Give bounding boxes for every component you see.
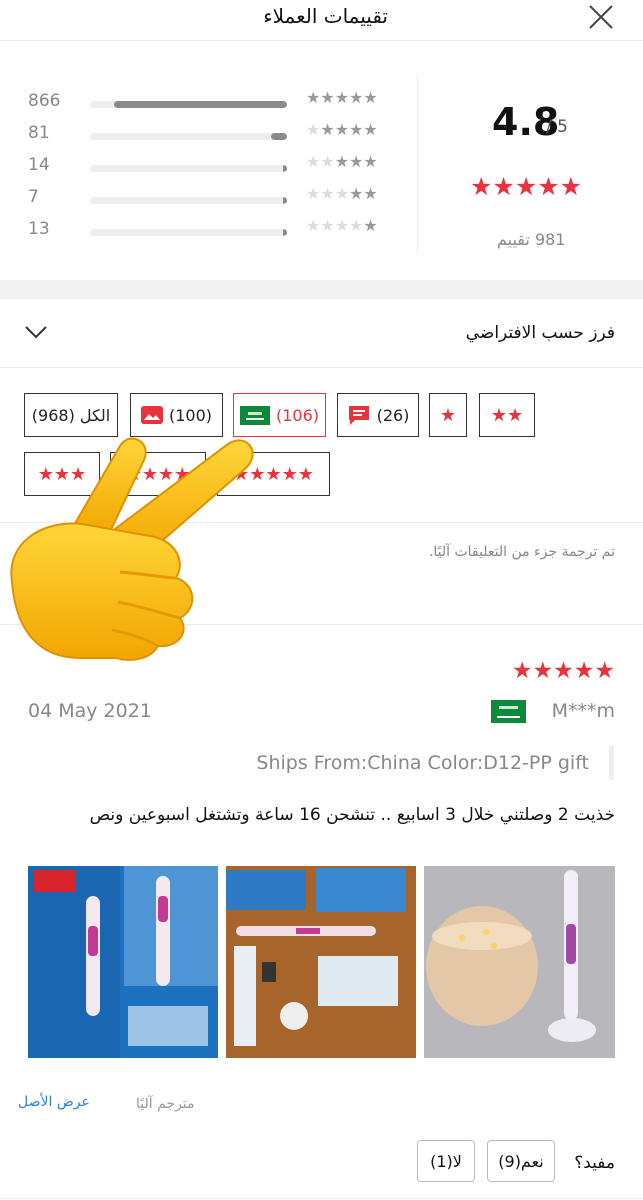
score-out-of: / 5 <box>546 117 568 137</box>
specs-bar <box>609 746 614 780</box>
translation-note: تم ترجمة جزء من التعليقات آليًا. <box>428 544 615 560</box>
distribution-stars: ★★★★★ <box>306 88 378 107</box>
distribution-bar <box>90 229 287 236</box>
filter-country-count: (106) <box>275 405 320 425</box>
star-label: ★★ <box>490 404 524 426</box>
review-date: 04 May 2021 <box>28 700 152 722</box>
distribution-count: 13 <box>28 219 50 239</box>
translated-label: مترجم آليًا <box>136 1096 195 1112</box>
filter-photos-count: (100) <box>168 405 213 425</box>
distribution-row-2[interactable]: 7 ★★★★★ <box>0 184 415 217</box>
image-icon <box>140 406 163 424</box>
distribution-bar <box>90 197 287 204</box>
rating-count: 981 تقييم <box>497 230 566 249</box>
review-photo-3[interactable] <box>424 866 615 1058</box>
helpful-no-button[interactable]: لا(1) <box>417 1140 475 1182</box>
star-label: ★ <box>439 404 457 426</box>
average-stars: ★★★★★ <box>470 172 583 201</box>
distribution-count: 81 <box>28 123 50 143</box>
pointing-hand-emoji <box>10 437 254 661</box>
review-specs: Ships From:China Color:D12-PP gift <box>256 752 589 774</box>
distribution-row-3[interactable]: 14 ★★★★★ <box>0 152 415 185</box>
distribution-row-5[interactable]: 866 ★★★★★ <box>0 88 415 121</box>
show-original-link[interactable]: عرض الأصل <box>18 1094 90 1110</box>
review-photo-1[interactable] <box>28 866 218 1058</box>
helpful-yes-button[interactable]: نعم(9) <box>487 1140 555 1182</box>
distribution-stars: ★★★★★ <box>306 216 378 235</box>
summary-divider <box>417 75 418 253</box>
review-photo-2[interactable] <box>226 866 416 1058</box>
distribution-count: 14 <box>28 155 50 175</box>
distribution-count: 7 <box>28 187 39 207</box>
review-text: خذيت 2 وصلتني خلال 3 اسابيع .. تنشحن 16 … <box>89 805 615 825</box>
distribution-row-1[interactable]: 13 ★★★★★ <box>0 216 415 249</box>
distribution-stars: ★★★★★ <box>306 152 378 171</box>
reviewer-name: M***m <box>551 700 615 722</box>
review-stars: ★★★★★ <box>511 658 615 684</box>
saudi-flag-icon <box>491 700 526 723</box>
sort-label[interactable]: فرز حسب الافتراضي <box>466 323 615 343</box>
distribution-stars: ★★★★★ <box>306 184 378 203</box>
distribution-count: 866 <box>28 91 61 111</box>
filter-comments-count: (26) <box>376 405 410 425</box>
filter-2-star[interactable]: ★★ <box>479 393 535 437</box>
filter-photos[interactable]: (100) <box>130 393 223 437</box>
close-icon[interactable] <box>588 4 614 30</box>
distribution-row-4[interactable]: 81 ★★★★★ <box>0 120 415 153</box>
filter-all[interactable]: الكل (968) <box>24 393 118 437</box>
section-separator <box>0 280 643 299</box>
distribution-bar <box>90 101 287 108</box>
comment-icon <box>348 406 369 425</box>
distribution-bar <box>90 133 287 140</box>
distribution-bar <box>90 165 287 172</box>
chevron-down-icon[interactable] <box>24 320 48 344</box>
saudi-flag-icon <box>239 405 270 425</box>
filter-comments[interactable]: (26) <box>337 393 419 437</box>
helpful-label: مفيد؟ <box>574 1153 615 1173</box>
page-title: تقييمات العملاء <box>263 4 388 28</box>
filter-country[interactable]: (106) <box>233 393 326 437</box>
distribution-stars: ★★★★★ <box>306 120 378 139</box>
filter-1-star[interactable]: ★ <box>429 393 467 437</box>
